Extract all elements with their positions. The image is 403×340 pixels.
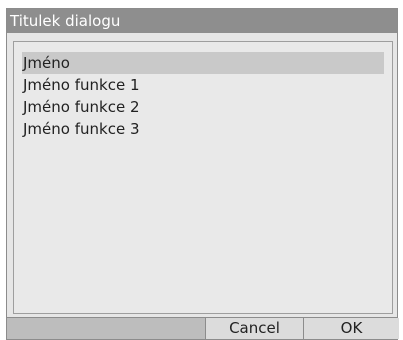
button-bar: Cancel OK — [7, 317, 399, 339]
list-item-label: Jméno — [23, 54, 70, 72]
list-item[interactable]: Jméno funkce 1 — [22, 74, 384, 96]
list-item-label: Jméno funkce 3 — [23, 120, 140, 138]
dialog-title: Titulek dialogu — [7, 9, 397, 33]
list-item[interactable]: Jméno funkce 2 — [22, 96, 384, 118]
cancel-button[interactable]: Cancel — [205, 318, 303, 339]
dialog: Titulek dialogu Jméno Jméno funkce 1 Jmé… — [6, 8, 399, 340]
function-list: Jméno Jméno funkce 1 Jméno funkce 2 Jmén… — [22, 52, 384, 140]
list-panel: Jméno Jméno funkce 1 Jméno funkce 2 Jmén… — [13, 41, 393, 314]
ok-button[interactable]: OK — [303, 318, 399, 339]
list-item[interactable]: Jméno funkce 3 — [22, 118, 384, 140]
list-item-label: Jméno funkce 1 — [23, 76, 140, 94]
list-item-label: Jméno funkce 2 — [23, 98, 140, 116]
list-item[interactable]: Jméno — [22, 52, 384, 74]
